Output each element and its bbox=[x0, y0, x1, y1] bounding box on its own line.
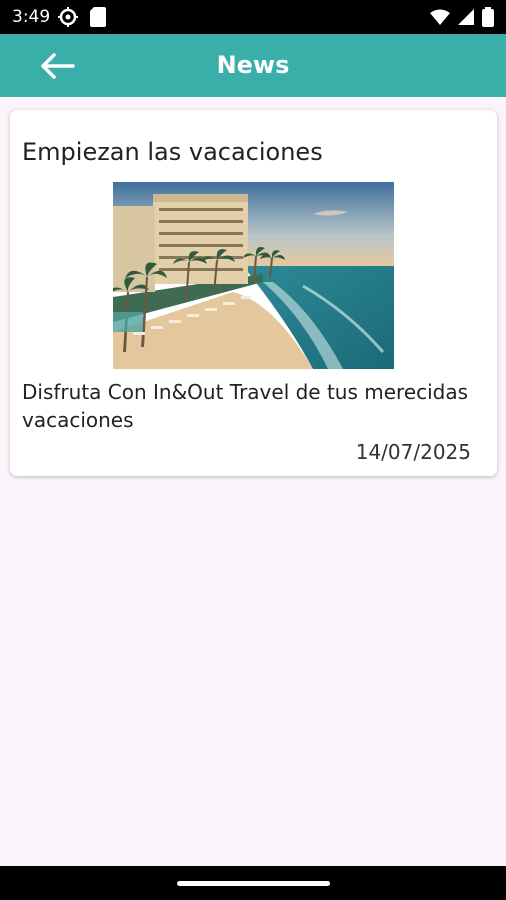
wifi-icon bbox=[430, 9, 450, 29]
news-image bbox=[113, 182, 394, 369]
news-date: 14/07/2025 bbox=[355, 440, 471, 464]
signal-icon bbox=[458, 9, 474, 29]
news-description: Disfruta Con In&Out Travel de tus mereci… bbox=[22, 380, 469, 432]
news-card[interactable]: Empiezan las vacaciones Disfruta Con In&… bbox=[10, 110, 497, 476]
back-button[interactable] bbox=[34, 48, 80, 84]
battery-icon bbox=[482, 7, 494, 31]
sd-card-icon bbox=[90, 7, 106, 31]
news-title: Empiezan las vacaciones bbox=[22, 138, 323, 166]
home-indicator[interactable] bbox=[177, 881, 330, 886]
arrow-left-icon bbox=[41, 53, 75, 79]
status-time: 3:49 bbox=[12, 7, 51, 27]
app-bar: News bbox=[0, 34, 506, 97]
status-bar: 3:49 bbox=[0, 0, 506, 34]
navigation-bar bbox=[0, 866, 506, 900]
settings-gear-icon bbox=[58, 7, 78, 31]
